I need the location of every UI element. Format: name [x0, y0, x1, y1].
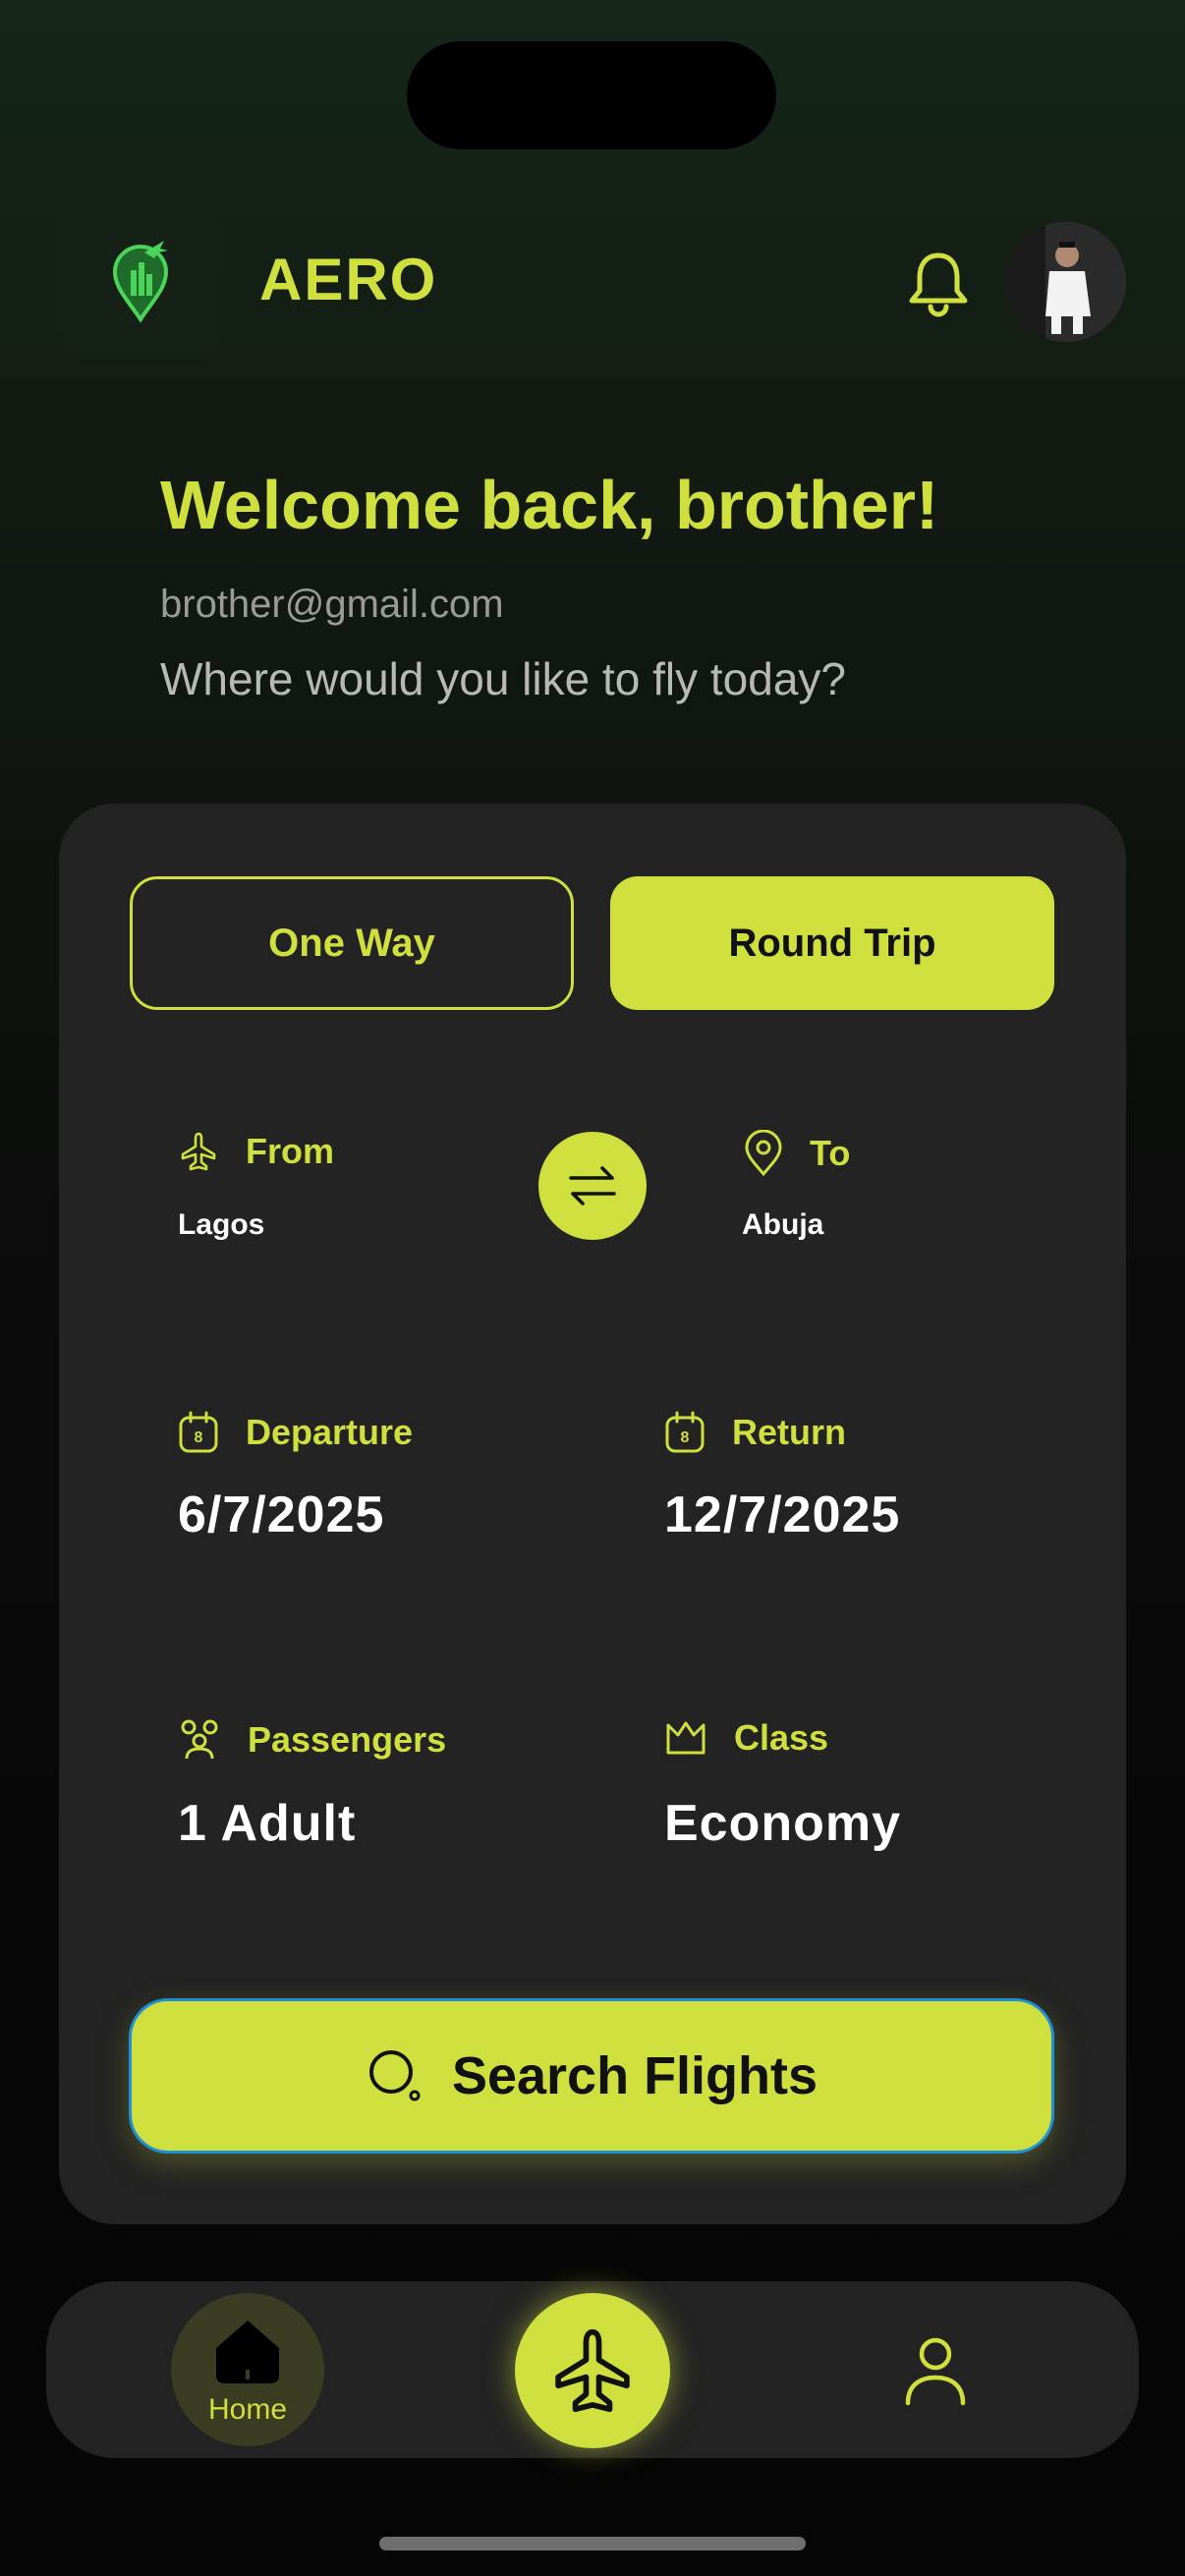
nav-flights[interactable] — [515, 2293, 670, 2448]
from-label: From — [246, 1131, 334, 1171]
class-field[interactable]: Class — [663, 1717, 828, 1759]
calendar-icon: 8 — [665, 1411, 705, 1453]
user-icon[interactable] — [896, 2330, 975, 2409]
airplane-icon — [181, 1132, 216, 1171]
departure-value[interactable]: 6/7/2025 — [178, 1485, 384, 1544]
search-icon — [368, 2050, 421, 2101]
swap-button[interactable] — [538, 1132, 647, 1240]
location-pin-icon — [745, 1130, 782, 1177]
return-field[interactable]: 8 Return — [663, 1410, 846, 1455]
user-avatar[interactable] — [1006, 222, 1126, 342]
swap-arrows-icon — [569, 1166, 616, 1205]
welcome-title: Welcome back, brother! — [160, 467, 939, 543]
to-value[interactable]: Abuja — [742, 1208, 823, 1242]
return-label: Return — [732, 1412, 846, 1452]
class-label: Class — [734, 1717, 829, 1758]
departure-field[interactable]: 8 Departure — [177, 1410, 413, 1455]
airplane-icon — [555, 2328, 630, 2413]
nav-home[interactable]: Home — [171, 2293, 324, 2446]
one-way-toggle[interactable]: One Way — [130, 876, 574, 1010]
svg-text:8: 8 — [195, 1429, 203, 1446]
class-value[interactable]: Economy — [664, 1794, 901, 1853]
departure-label: Departure — [246, 1412, 414, 1452]
return-value[interactable]: 12/7/2025 — [664, 1485, 900, 1544]
svg-text:8: 8 — [681, 1429, 690, 1446]
passengers-value[interactable]: 1 Adult — [178, 1794, 356, 1853]
home-icon — [216, 2321, 279, 2383]
to-label: To — [810, 1133, 851, 1173]
home-label: Home — [207, 2393, 288, 2426]
home-indicator — [379, 2537, 806, 2550]
round-trip-toggle[interactable]: Round Trip — [610, 876, 1054, 1010]
passengers-icon — [181, 1719, 218, 1760]
from-value[interactable]: Lagos — [178, 1208, 264, 1242]
calendar-icon: 8 — [179, 1411, 218, 1453]
app-logo[interactable] — [57, 202, 224, 360]
search-flights-label: Search Flights — [451, 2046, 818, 2105]
bell-icon[interactable] — [902, 248, 975, 320]
crown-icon — [666, 1721, 705, 1755]
passengers-label: Passengers — [248, 1719, 447, 1760]
greeting-subtitle: Where would you like to fly today? — [160, 653, 847, 704]
passengers-field[interactable]: Passengers — [177, 1717, 446, 1763]
from-field[interactable]: From — [177, 1130, 334, 1173]
to-field[interactable]: To — [743, 1130, 850, 1177]
brand-name: AERO — [259, 247, 438, 312]
user-email: brother@gmail.com — [160, 583, 504, 626]
dynamic-island — [407, 41, 776, 149]
location-pin-plane-icon — [112, 241, 169, 323]
search-flights-button[interactable]: Search Flights — [129, 1998, 1054, 2154]
